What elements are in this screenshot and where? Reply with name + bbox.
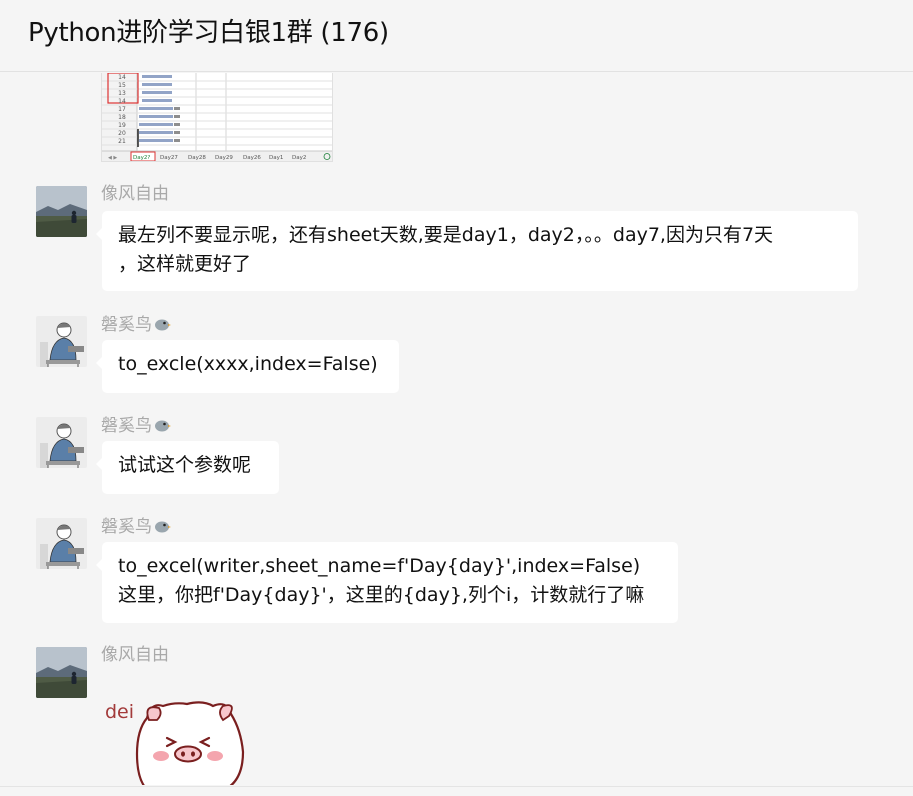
row-number: 20: [118, 130, 126, 137]
landscape-avatar[interactable]: [36, 186, 87, 237]
input-area-edge: [0, 786, 913, 796]
svg-text:◀ ▶: ◀ ▶: [108, 155, 117, 161]
sheet-tab: Day27: [160, 155, 178, 161]
sender-name: 像风自由: [101, 184, 169, 204]
sheet-tab: Day2?: [133, 155, 150, 161]
row-number: 18: [118, 114, 126, 121]
message-text: 试试这个参数呢: [118, 454, 252, 476]
sender-name-text: 磐奚鸟: [101, 416, 152, 436]
sheet-tab: Day28: [188, 155, 206, 161]
sketch-avatar[interactable]: [36, 417, 87, 468]
sender-name: 磐奚鸟: [101, 411, 171, 436]
sticker-text: dei: [105, 701, 134, 723]
row-number: 15: [118, 82, 126, 89]
landscape-avatar[interactable]: [36, 647, 87, 698]
sender-name: 像风自由: [101, 645, 169, 665]
message-text: to_excle(xxxx,index=False): [118, 353, 378, 375]
row-number: 14: [118, 98, 126, 105]
message-bubble[interactable]: 最左列不要显示呢，还有sheet天数,要是day1，day2，。。day7,因为…: [96, 211, 858, 291]
sheet-tab: Day1: [269, 155, 283, 161]
message-list[interactable]: 14 15 13 14 17 18 19 20 21 Day2? Day27 D…: [0, 73, 913, 785]
sketch-avatar[interactable]: [36, 518, 87, 569]
row-number: 19: [118, 122, 126, 129]
excel-screenshot-image[interactable]: 14 15 13 14 17 18 19 20 21 Day2? Day27 D…: [101, 73, 333, 162]
row-number: 14: [118, 74, 126, 81]
row-number: 21: [118, 138, 126, 145]
row-number: 17: [118, 106, 126, 113]
row-number: 13: [118, 90, 126, 97]
message-bubble[interactable]: 试试这个参数呢: [96, 441, 279, 494]
sender-name: 磐奚鸟: [101, 512, 171, 537]
message-bubble[interactable]: to_excel(writer,sheet_name=f'Day{day}',i…: [96, 542, 678, 623]
sheet-tab: Day2: [292, 155, 306, 161]
bird-emoji-icon: [154, 417, 171, 432]
sender-name-text: 磐奚鸟: [101, 315, 152, 335]
sender-name: 磐奚鸟: [101, 310, 171, 335]
bird-emoji-icon: [154, 316, 171, 331]
bird-emoji-icon: [154, 518, 171, 533]
message-text: to_excel(writer,sheet_name=f'Day{day}',i…: [118, 555, 641, 577]
sketch-avatar[interactable]: [36, 316, 87, 367]
spreadsheet-thumbnail: 14 15 13 14 17 18 19 20 21 Day2? Day27 D…: [102, 73, 332, 161]
chat-header: Python进阶学习白银1群 (176): [0, 0, 913, 72]
message-text: 这里，你把f'Day{day}'，这里的{day},列个i，计数就行了嘛: [118, 584, 645, 606]
sender-name-text: 磐奚鸟: [101, 517, 152, 537]
message-text: 最左列不要显示呢，还有sheet天数,要是day1，day2，。。day7,因为…: [118, 224, 774, 246]
pig-sticker[interactable]: dei: [103, 694, 253, 785]
sheet-tab: Day29: [215, 155, 233, 161]
chat-window: Python进阶学习白银1群 (176) 14 15 13 14 17 18 1…: [0, 0, 913, 796]
group-title[interactable]: Python进阶学习白银1群 (176): [28, 12, 389, 49]
sheet-tab: Day26: [243, 155, 261, 161]
message-bubble[interactable]: to_excle(xxxx,index=False): [96, 340, 399, 393]
message-text: ，这样就更好了: [118, 253, 252, 275]
